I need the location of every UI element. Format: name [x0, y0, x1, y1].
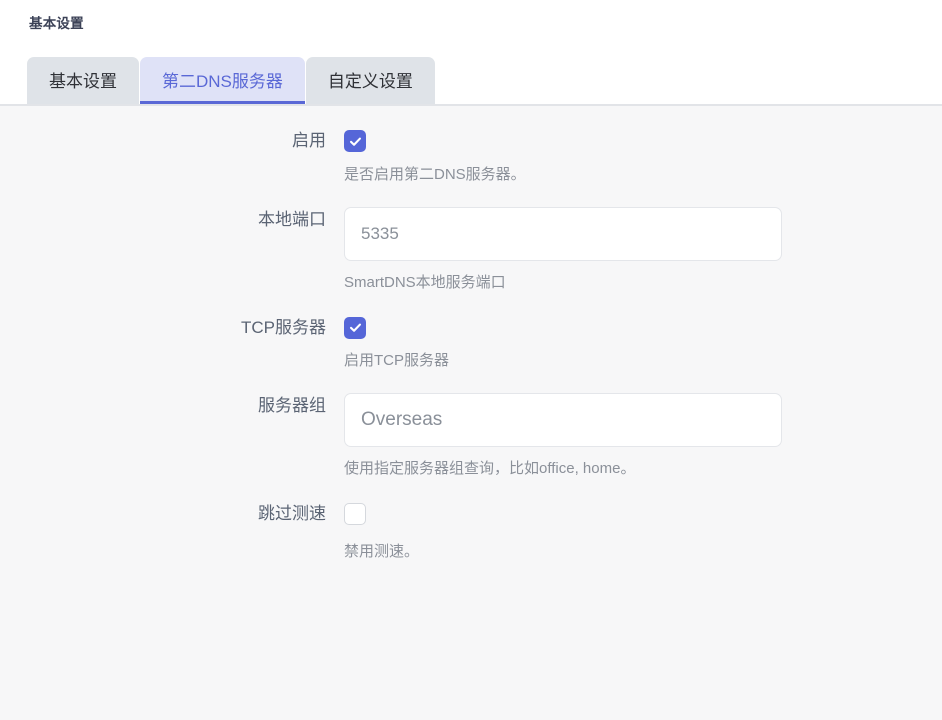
input-server-group[interactable]: [344, 393, 782, 447]
tab-3[interactable]: 自定义设置: [306, 57, 435, 105]
checkbox-enable[interactable]: [344, 130, 366, 152]
control-tcp-server: 启用TCP服务器: [344, 315, 942, 372]
help-server-group: 使用指定服务器组查询，比如office, home。: [344, 459, 942, 479]
label-server-group: 服务器组: [0, 393, 344, 419]
settings-form: 启用是否启用第二DNS服务器。本地端口SmartDNS本地服务端口TCP服务器启…: [0, 106, 942, 562]
page-header: 基本设置: [0, 0, 942, 48]
label-tcp-server: TCP服务器: [0, 315, 344, 341]
form-row-server-group: 服务器组使用指定服务器组查询，比如office, home。: [0, 393, 942, 479]
check-icon: [349, 135, 362, 148]
form-row-local-port: 本地端口 SmartDNS本地服务端口: [0, 207, 942, 293]
label-enable: 启用: [0, 128, 344, 154]
form-row-tcp-server: TCP服务器启用TCP服务器: [0, 315, 942, 372]
settings-page: 基本设置 基本设置第二DNS服务器自定义设置 启用是否启用第二DNS服务器。本地…: [0, 0, 942, 720]
checkbox-skip-speed-check[interactable]: [344, 503, 366, 525]
tab-panel-second-dns-server: 启用是否启用第二DNS服务器。本地端口SmartDNS本地服务端口TCP服务器启…: [0, 105, 942, 720]
checkbox-tcp-server[interactable]: [344, 317, 366, 339]
form-row-enable: 启用是否启用第二DNS服务器。: [0, 128, 942, 185]
tab-list: 基本设置第二DNS服务器自定义设置: [27, 57, 436, 105]
tab-2-active[interactable]: 第二DNS服务器: [140, 57, 305, 105]
help-tcp-server: 启用TCP服务器: [344, 351, 942, 371]
page-title: 基本设置: [29, 17, 84, 31]
control-local-port: SmartDNS本地服务端口: [344, 207, 942, 293]
label-skip-speed-check: 跳过测速: [0, 501, 344, 527]
control-server-group: 使用指定服务器组查询，比如office, home。: [344, 393, 942, 479]
input-local-port[interactable]: [344, 207, 782, 261]
help-local-port: SmartDNS本地服务端口: [344, 273, 942, 293]
control-skip-speed-check: 禁用测速。: [344, 501, 942, 562]
help-skip-speed-check: 禁用测速。: [344, 542, 942, 562]
control-enable: 是否启用第二DNS服务器。: [344, 128, 942, 185]
label-local-port: 本地端口: [0, 207, 344, 233]
tab-1[interactable]: 基本设置: [27, 57, 139, 105]
form-row-skip-speed-check: 跳过测速禁用测速。: [0, 501, 942, 562]
help-enable: 是否启用第二DNS服务器。: [344, 165, 942, 185]
tab-bar: 基本设置第二DNS服务器自定义设置: [0, 48, 942, 105]
check-icon: [349, 321, 362, 334]
